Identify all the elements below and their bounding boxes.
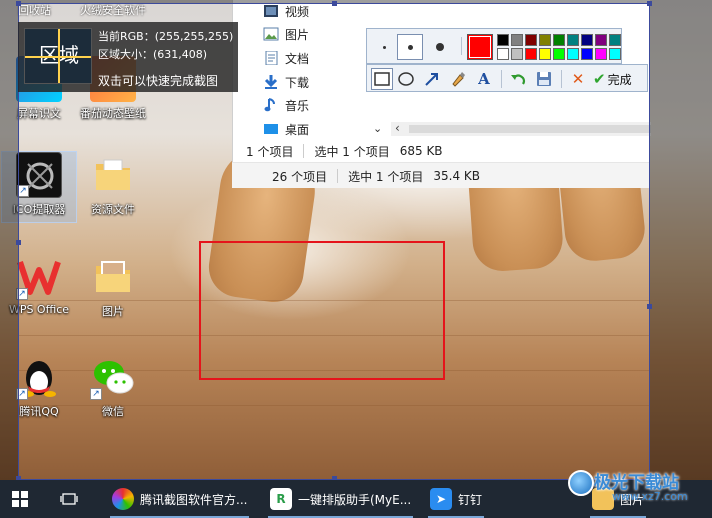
watermark-logo-icon [568,470,594,496]
color-swatch[interactable] [511,34,523,46]
rectangle-icon [374,72,390,86]
pen-size-small[interactable] [371,34,397,60]
size-label: 区域大小： [98,48,153,61]
taskbar-item-label: 一键排版助手(MyE... [298,492,412,507]
arrow-tool[interactable] [421,68,443,90]
color-swatch[interactable] [525,48,537,60]
arrow-icon [425,73,438,86]
capture-info-panel: 区域 当前RGB：(255,255,255) 区域大小：(631,408) 双击… [18,22,238,92]
task-view-icon [60,493,78,505]
myeditor-icon: R [270,488,292,510]
color-swatch[interactable] [581,48,593,60]
taskbar-item-label: 腾讯截图软件官方... [140,492,248,507]
magnifier-preview: 区域 [24,28,92,84]
small-dot-icon [382,45,386,49]
divider [561,70,562,88]
undo-icon [511,74,526,85]
undo-button[interactable] [507,68,529,90]
size-readout: 区域大小：(631,408) [98,46,207,62]
rgb-value: (255,255,255) [154,30,234,43]
brush-icon [452,72,465,87]
current-color[interactable] [467,34,493,60]
resize-handle-right[interactable] [647,304,652,309]
dingtalk-icon: ➤ [430,488,452,510]
close-icon: ✕ [571,70,585,88]
watermark-url: www.xz7.com [612,490,688,503]
rectangle-tool[interactable] [371,68,393,90]
medium-dot-icon [407,44,413,50]
color-swatch[interactable] [595,34,607,46]
rgb-readout: 当前RGB：(255,255,255) [98,28,233,44]
dim-overlay [650,0,712,480]
ellipse-icon [398,72,414,86]
color-swatch[interactable] [581,34,593,46]
brush-tool[interactable] [447,68,469,90]
color-swatch[interactable] [525,34,537,46]
resize-handle-top-left[interactable] [16,1,21,6]
taskbar-item-label: 钉钉 [458,492,483,507]
rgb-label: 当前RGB： [98,30,155,43]
color-swatch[interactable] [595,48,607,60]
drawing-tools-toolbar: A ✕ ✔ 完成 [366,64,648,92]
pen-size-large[interactable] [427,34,453,60]
resize-handle-left[interactable] [16,240,21,245]
color-swatch[interactable] [497,34,509,46]
resize-handle-top[interactable] [332,1,337,6]
pen-size-medium[interactable] [397,34,423,60]
color-swatch[interactable] [511,48,523,60]
color-swatch[interactable] [609,34,621,46]
text-tool[interactable]: A [473,68,495,90]
color-swatch[interactable] [567,48,579,60]
text-icon: A [478,70,490,88]
drawn-rectangle-annotation[interactable] [199,241,445,380]
double-click-hint: 双击可以快速完成截图 [98,74,219,88]
start-button[interactable] [12,480,38,518]
divider [461,37,462,55]
taskbar-item-tencent-capture[interactable]: 腾讯截图软件官方... [106,480,253,518]
site-watermark: 极光下载站 www.xz7.com [560,466,710,516]
ellipse-tool[interactable] [395,68,417,90]
done-button[interactable]: ✔ 完成 [593,68,632,90]
tencent-capture-icon [112,488,134,510]
taskbar-item-myeditor[interactable]: R 一键排版助手(MyE... [264,480,417,518]
cancel-button[interactable]: ✕ [567,68,589,90]
color-swatch[interactable] [567,34,579,46]
size-value: (631,408) [153,48,208,61]
done-label: 完成 [607,72,632,87]
crosshair-vertical [58,29,60,83]
color-swatch[interactable] [539,48,551,60]
save-button[interactable] [533,68,555,90]
color-swatch[interactable] [497,48,509,60]
large-dot-icon [436,43,444,51]
task-view-button[interactable] [60,480,86,518]
check-icon: ✔ [593,70,606,88]
resize-handle-top-right[interactable] [647,1,652,6]
color-swatch[interactable] [553,48,565,60]
windows-logo-icon [12,491,28,507]
save-icon [537,72,551,86]
color-swatch[interactable] [539,34,551,46]
color-swatch[interactable] [609,48,621,60]
divider [501,70,502,88]
pen-size-color-toolbar [366,28,622,64]
taskbar-item-dingtalk[interactable]: ➤ 钉钉 [424,480,488,518]
color-swatch[interactable] [553,34,565,46]
